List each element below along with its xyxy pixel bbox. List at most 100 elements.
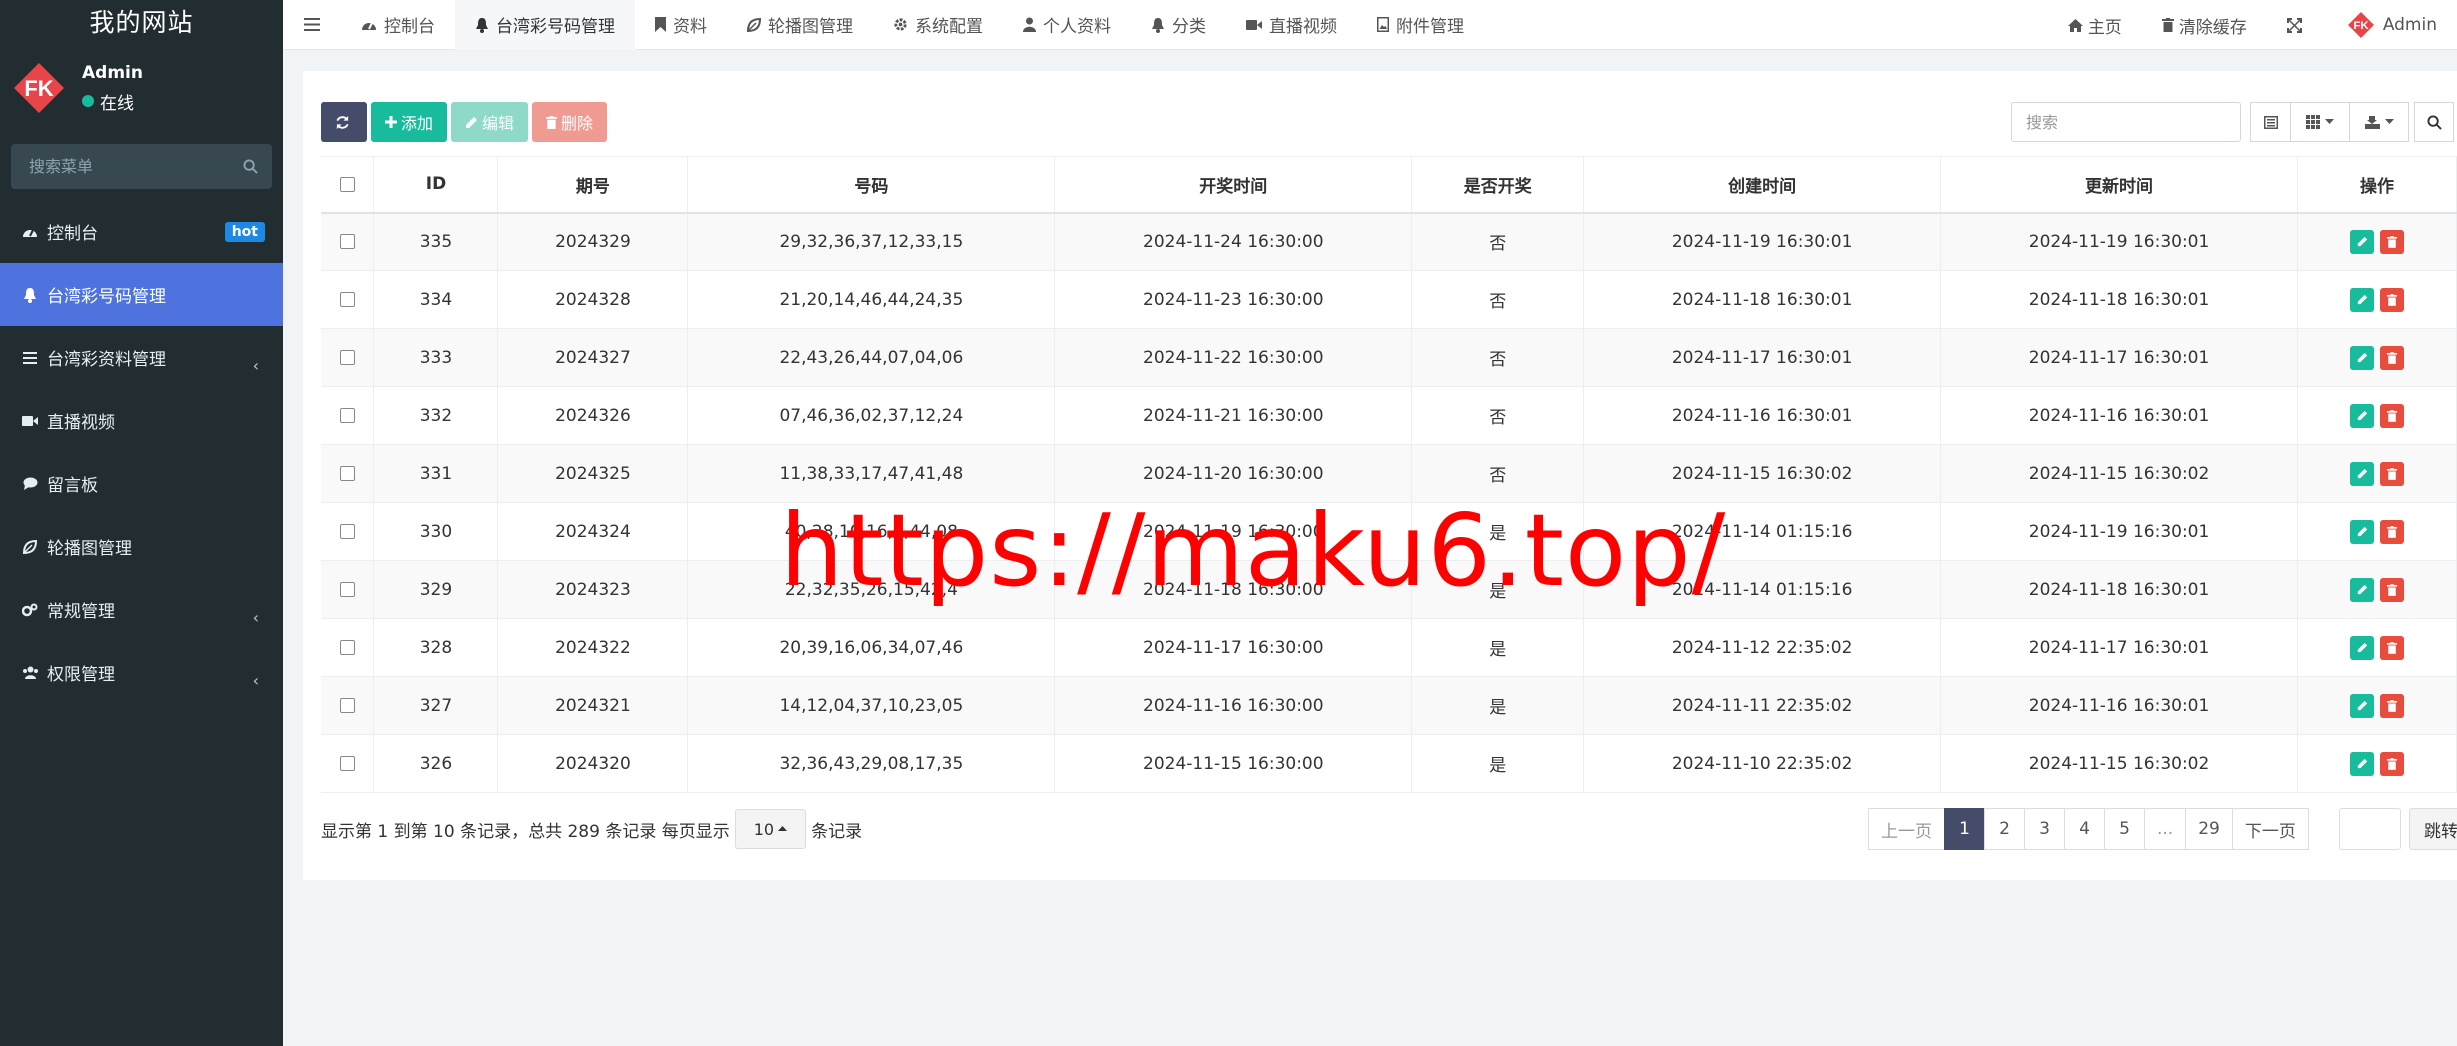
row-delete-button[interactable] bbox=[2380, 577, 2404, 602]
cell-updated: 2024-11-16 16:30:01 bbox=[1940, 676, 2298, 735]
cell-actions bbox=[2297, 328, 2457, 387]
cell-created: 2024-11-10 22:35:02 bbox=[1583, 734, 1942, 793]
row-checkbox[interactable] bbox=[339, 234, 355, 250]
prev-page-button[interactable]: 上一页 bbox=[1868, 808, 1945, 850]
search-button[interactable] bbox=[2414, 102, 2454, 142]
row-checkbox[interactable] bbox=[339, 582, 355, 597]
row-delete-button[interactable] bbox=[2380, 751, 2404, 776]
page-button[interactable]: 29 bbox=[2185, 808, 2233, 850]
tab-system-config[interactable]: 系统配置 bbox=[873, 0, 1003, 50]
page-button[interactable]: 5 bbox=[2104, 808, 2145, 850]
add-button[interactable]: 添加 bbox=[371, 102, 448, 142]
table-row[interactable]: 333 2024327 22,43,26,44,07,04,06 2024-11-22… bbox=[321, 328, 2457, 387]
row-delete-button[interactable] bbox=[2380, 403, 2404, 428]
row-checkbox[interactable] bbox=[339, 292, 355, 307]
row-checkbox[interactable] bbox=[339, 524, 355, 539]
row-delete-button[interactable] bbox=[2380, 519, 2404, 544]
page-jump-input[interactable] bbox=[2339, 808, 2401, 850]
row-delete-button[interactable] bbox=[2380, 461, 2404, 486]
table-row[interactable]: 327 2024321 14,12,04,37,10,23,05 2024-11-16… bbox=[321, 676, 2457, 735]
column-header[interactable]: 号码 bbox=[687, 156, 1056, 214]
tab-lottery-numbers[interactable]: 台湾彩号码管理 bbox=[455, 0, 635, 50]
edit-button[interactable]: 编辑 bbox=[451, 102, 529, 142]
table-row[interactable]: 328 2024322 20,39,16,06,34,07,46 2024-11-17… bbox=[321, 618, 2457, 677]
delete-button[interactable]: 删除 bbox=[532, 102, 608, 142]
page-button[interactable]: 2 bbox=[1984, 808, 2025, 850]
row-edit-button[interactable] bbox=[2350, 229, 2374, 254]
column-header[interactable]: 更新时间 bbox=[1940, 156, 2298, 214]
sidebar-item-lottery-data[interactable]: 台湾彩资料管理 ‹ bbox=[0, 326, 283, 389]
sidebar-item-lottery-numbers[interactable]: 台湾彩号码管理 bbox=[0, 263, 283, 326]
column-header[interactable]: 开奖时间 bbox=[1054, 156, 1413, 214]
row-edit-button[interactable] bbox=[2350, 403, 2374, 428]
table-row[interactable]: 334 2024328 21,20,14,46,44,24,35 2024-11-23… bbox=[321, 270, 2457, 329]
columns-dropdown-button[interactable] bbox=[2290, 102, 2350, 142]
tab-profile[interactable]: 个人资料 bbox=[1003, 0, 1131, 50]
row-edit-button[interactable] bbox=[2350, 287, 2374, 312]
site-brand[interactable]: 我的网站 bbox=[0, 0, 283, 42]
sidebar-item-dashboard[interactable]: 控制台 hot bbox=[0, 200, 283, 263]
clear-cache-button[interactable]: 清除缓存 bbox=[2142, 0, 2267, 50]
cell-actions bbox=[2297, 734, 2457, 793]
row-checkbox[interactable] bbox=[339, 640, 355, 655]
row-checkbox[interactable] bbox=[339, 698, 355, 713]
sidebar-item-permissions[interactable]: 权限管理 ‹ bbox=[0, 641, 283, 704]
cell-id: 326 bbox=[373, 734, 499, 793]
tab-dashboard[interactable]: 控制台 bbox=[341, 0, 455, 50]
row-delete-button[interactable] bbox=[2380, 345, 2404, 370]
row-delete-button[interactable] bbox=[2380, 229, 2404, 254]
tab-carousel[interactable]: 轮播图管理 bbox=[727, 0, 873, 50]
row-edit-button[interactable] bbox=[2350, 693, 2374, 718]
row-edit-button[interactable] bbox=[2350, 519, 2374, 544]
sidebar-item-general[interactable]: 常规管理 ‹ bbox=[0, 578, 283, 641]
page-button[interactable]: 1 bbox=[1944, 808, 1985, 850]
admin-menu[interactable]: FK Admin bbox=[2327, 0, 2457, 50]
tab-live-video[interactable]: 直播视频 bbox=[1226, 0, 1357, 50]
column-header[interactable]: ID bbox=[373, 156, 499, 214]
row-edit-button[interactable] bbox=[2350, 635, 2374, 660]
export-dropdown-button[interactable] bbox=[2349, 102, 2409, 142]
row-checkbox[interactable] bbox=[339, 756, 355, 771]
gear-icon bbox=[894, 18, 907, 31]
page-jump-button[interactable]: 跳转 bbox=[2409, 808, 2457, 850]
row-checkbox[interactable] bbox=[339, 350, 355, 365]
tab-data[interactable]: 资料 bbox=[635, 0, 727, 50]
home-label: 主页 bbox=[2087, 17, 2122, 38]
table-row[interactable]: 332 2024326 07,46,36,02,37,12,24 2024-11-21… bbox=[321, 386, 2457, 445]
table-row[interactable]: 335 2024329 29,32,36,37,12,33,15 2024-11-24… bbox=[321, 212, 2457, 271]
sidebar-search-input[interactable] bbox=[29, 157, 243, 176]
refresh-button[interactable] bbox=[321, 102, 367, 142]
row-delete-button[interactable] bbox=[2380, 693, 2404, 718]
row-checkbox[interactable] bbox=[339, 408, 355, 423]
select-all-checkbox[interactable] bbox=[339, 176, 355, 192]
sidebar-item-live-video[interactable]: 直播视频 bbox=[0, 389, 283, 452]
table-search-input[interactable] bbox=[2026, 112, 2240, 132]
row-delete-button[interactable] bbox=[2380, 635, 2404, 660]
page-button[interactable]: 4 bbox=[2064, 808, 2105, 850]
sidebar-toggle-button[interactable] bbox=[283, 0, 341, 50]
row-delete-button[interactable] bbox=[2380, 287, 2404, 312]
tab-category[interactable]: 分类 bbox=[1131, 0, 1226, 50]
row-edit-button[interactable] bbox=[2350, 751, 2374, 776]
sidebar-item-carousel[interactable]: 轮播图管理 bbox=[0, 515, 283, 578]
toggle-view-button[interactable] bbox=[2250, 102, 2291, 142]
refresh-icon bbox=[335, 115, 349, 129]
page-size-dropdown[interactable]: 10 bbox=[734, 809, 807, 849]
table-row[interactable]: 326 2024320 32,36,43,29,08,17,35 2024-11-15… bbox=[321, 734, 2457, 793]
home-link[interactable]: 主页 bbox=[2048, 0, 2142, 50]
column-header[interactable]: 是否开奖 bbox=[1411, 156, 1585, 214]
page-button[interactable]: 3 bbox=[2024, 808, 2065, 850]
row-edit-button[interactable] bbox=[2350, 345, 2374, 370]
column-header[interactable]: 期号 bbox=[497, 156, 689, 214]
fullscreen-button[interactable] bbox=[2267, 0, 2327, 50]
next-page-button[interactable]: 下一页 bbox=[2231, 808, 2309, 850]
tab-attachments[interactable]: 附件管理 bbox=[1357, 0, 1484, 50]
row-edit-button[interactable] bbox=[2350, 577, 2374, 602]
sidebar-item-message-board[interactable]: 留言板 bbox=[0, 452, 283, 515]
cell-updated: 2024-11-17 16:30:01 bbox=[1940, 328, 2298, 387]
row-edit-button[interactable] bbox=[2350, 461, 2374, 486]
column-header[interactable]: 创建时间 bbox=[1583, 156, 1942, 214]
cell-id: 334 bbox=[373, 270, 499, 329]
row-checkbox[interactable] bbox=[339, 466, 355, 481]
search-icon[interactable] bbox=[243, 159, 258, 174]
